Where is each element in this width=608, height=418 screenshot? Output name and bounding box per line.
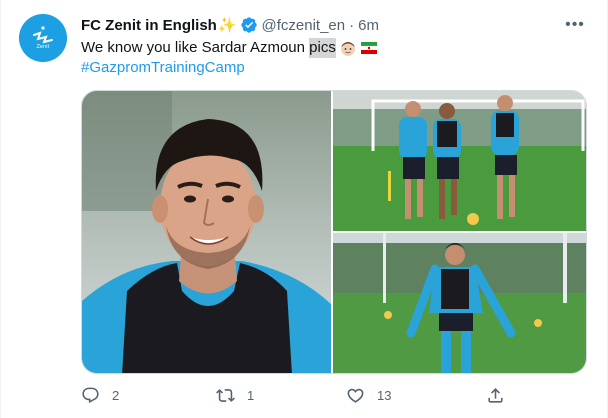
avatar[interactable]: Zenit xyxy=(19,14,67,62)
tweet-header: FC Zenit in English ✨ @fczenit_en · 6m •… xyxy=(81,15,587,35)
retweet-icon xyxy=(216,389,235,402)
svg-text:Zenit: Zenit xyxy=(36,44,49,50)
tweet-text: We know you like Sardar Azmoun pics xyxy=(81,38,378,58)
man-face-emoji xyxy=(340,42,355,56)
tweet-text-main: We know you like Sardar Azmoun xyxy=(81,39,310,56)
photo-training-single[interactable] xyxy=(333,233,586,373)
share-icon xyxy=(488,388,503,403)
zenit-logo-icon: Zenit xyxy=(19,14,67,62)
reply-icon xyxy=(82,387,99,404)
media-grid xyxy=(81,90,587,374)
user-handle[interactable]: @fczenit_en xyxy=(262,17,346,34)
like-button[interactable]: 13 xyxy=(346,386,391,405)
display-name[interactable]: FC Zenit in English xyxy=(81,17,217,34)
iran-flag-emoji xyxy=(360,42,377,54)
more-options-icon[interactable]: ••• xyxy=(563,13,587,37)
reply-button[interactable]: 2 xyxy=(81,386,119,405)
tweet-actions: 2 1 13 xyxy=(81,386,511,408)
reply-count: 2 xyxy=(112,388,120,403)
photo-training-group[interactable] xyxy=(333,91,586,231)
tweet-text-highlight: pics xyxy=(309,38,336,58)
retweet-count: 1 xyxy=(247,388,255,403)
retweet-button[interactable]: 1 xyxy=(216,386,254,405)
sparkle-emoji: ✨ xyxy=(217,17,237,34)
hashtag-link[interactable]: #GazpromTrainingCamp xyxy=(81,58,245,78)
verified-badge-icon xyxy=(240,16,258,34)
timestamp[interactable]: 6m xyxy=(358,17,379,34)
photo-portrait[interactable] xyxy=(82,91,331,373)
tweet-card[interactable]: Zenit FC Zenit in English ✨ @fczenit_en … xyxy=(0,0,608,418)
separator-dot: · xyxy=(349,16,355,34)
heart-icon xyxy=(347,388,364,403)
share-button[interactable] xyxy=(486,386,505,405)
like-count: 13 xyxy=(377,388,392,403)
